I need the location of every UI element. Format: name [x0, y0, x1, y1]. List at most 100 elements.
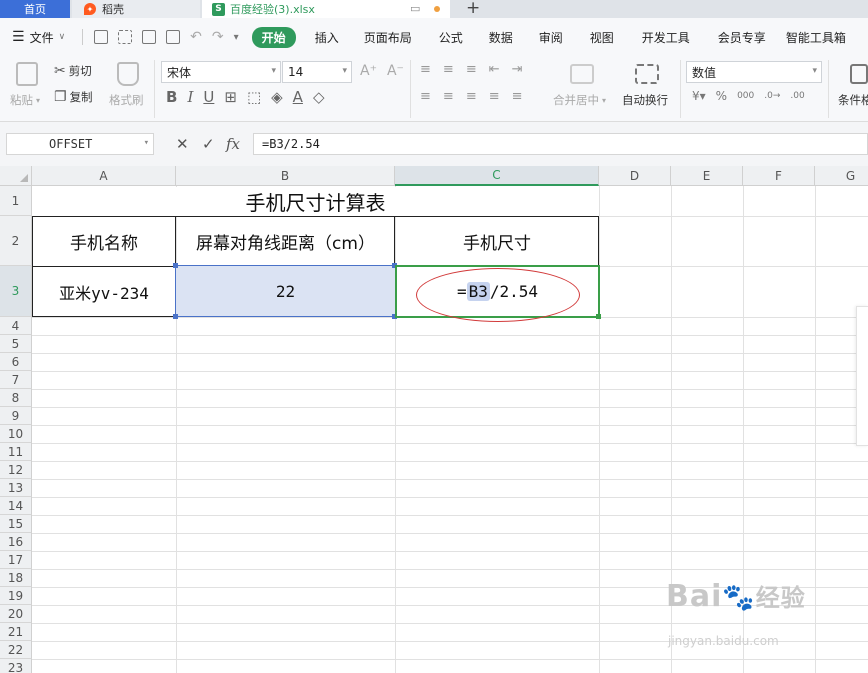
row-header[interactable]: 17: [0, 551, 32, 569]
copy-button[interactable]: ❐ 复制: [54, 89, 93, 105]
column-header-g[interactable]: G: [815, 166, 868, 186]
indent-increase-icon[interactable]: ⇥: [512, 62, 523, 77]
clear-format-icon[interactable]: ◇: [313, 88, 325, 106]
align-middle-icon[interactable]: ≡: [443, 62, 454, 77]
menu-tab-data[interactable]: 数据: [476, 29, 526, 46]
fill-color-icon[interactable]: ◈: [271, 88, 283, 106]
cell-a2[interactable]: 手机名称: [33, 217, 175, 265]
cut-button[interactable]: ✂ 剪切: [54, 63, 92, 79]
row-header[interactable]: 14: [0, 497, 32, 515]
row-header[interactable]: 13: [0, 479, 32, 497]
decrease-font-icon[interactable]: A⁻: [387, 63, 404, 79]
align-center-icon[interactable]: ≡: [443, 89, 454, 104]
cell-c2[interactable]: 手机尺寸: [396, 217, 598, 265]
undo-icon[interactable]: ↶: [190, 29, 202, 45]
monitor-icon[interactable]: ▭: [410, 2, 420, 15]
align-bottom-icon[interactable]: ≡: [466, 62, 477, 77]
row-header[interactable]: 8: [0, 389, 32, 407]
align-left-icon[interactable]: ≡: [420, 89, 431, 104]
name-box[interactable]: OFFSET ▾: [6, 133, 154, 155]
save-icon[interactable]: [94, 30, 109, 44]
wrap-text-icon[interactable]: [635, 64, 659, 84]
confirm-icon[interactable]: ✓: [202, 135, 215, 153]
font-color-icon[interactable]: A: [293, 88, 303, 106]
row-header[interactable]: 20: [0, 605, 32, 623]
new-tab-button[interactable]: +: [466, 0, 480, 18]
merge-center-button[interactable]: 合并居中 ▾: [553, 92, 606, 108]
row-header[interactable]: 21: [0, 623, 32, 641]
row-header[interactable]: 11: [0, 443, 32, 461]
column-header-f[interactable]: F: [743, 166, 815, 186]
row-header[interactable]: 12: [0, 461, 32, 479]
increase-font-icon[interactable]: A⁺: [360, 63, 377, 79]
selection-handle[interactable]: [173, 314, 178, 319]
increase-decimal-icon[interactable]: .0→: [764, 91, 780, 101]
row-header[interactable]: 19: [0, 587, 32, 605]
cell-b3-referenced[interactable]: 22: [175, 265, 396, 317]
cancel-icon[interactable]: ✕: [176, 135, 189, 153]
tab-docer[interactable]: ✦ 稻壳: [72, 0, 200, 18]
italic-icon[interactable]: I: [187, 88, 193, 106]
function-icon[interactable]: fx: [226, 135, 240, 153]
column-header-a[interactable]: A: [32, 166, 176, 186]
format-painter-icon[interactable]: [117, 62, 139, 86]
tab-file[interactable]: S 百度经验(3).xlsx ▭: [202, 0, 450, 18]
row-header[interactable]: 10: [0, 425, 32, 443]
thousands-icon[interactable]: 000: [737, 91, 754, 101]
formula-input[interactable]: =B3/2.54: [253, 133, 868, 155]
file-menu[interactable]: ☰ 文件 ∨: [0, 29, 76, 46]
row-header[interactable]: 1: [0, 186, 32, 216]
tab-home[interactable]: 首页: [0, 0, 70, 18]
indent-decrease-icon[interactable]: ⇤: [489, 62, 500, 77]
cell-a3[interactable]: 亚米yv-234: [33, 267, 175, 316]
menu-tab-developer[interactable]: 开发工具: [628, 29, 704, 46]
print-preview-icon[interactable]: [166, 30, 181, 44]
row-header[interactable]: 16: [0, 533, 32, 551]
conditional-format-button[interactable]: 条件格: [838, 92, 868, 108]
menu-tab-view[interactable]: 视图: [576, 29, 628, 46]
row-header[interactable]: 5: [0, 335, 32, 353]
menu-tab-formulas[interactable]: 公式: [426, 29, 476, 46]
row-header[interactable]: 2: [0, 216, 32, 266]
border-icon[interactable]: ⊞: [224, 88, 237, 106]
justify-icon[interactable]: ≡: [489, 89, 500, 104]
menu-tab-member[interactable]: 会员专享: [704, 29, 780, 46]
quick-access-dropdown-icon[interactable]: ▾: [234, 32, 239, 43]
row-header[interactable]: 7: [0, 371, 32, 389]
column-header-e[interactable]: E: [671, 166, 743, 186]
cell-b2[interactable]: 屏幕对角线距离（cm）: [177, 217, 394, 265]
decrease-decimal-icon[interactable]: .00: [790, 91, 804, 101]
menu-tab-review[interactable]: 审阅: [526, 29, 576, 46]
font-name-select[interactable]: 宋体 ▾: [161, 61, 281, 83]
row-header[interactable]: 6: [0, 353, 32, 371]
currency-icon[interactable]: ¥▾: [692, 89, 706, 103]
bold-icon[interactable]: B: [166, 88, 177, 106]
row-header[interactable]: 22: [0, 641, 32, 659]
row-header[interactable]: 4: [0, 317, 32, 335]
column-header-c[interactable]: C: [395, 166, 599, 186]
percent-icon[interactable]: %: [716, 89, 727, 103]
wrap-text-button[interactable]: 自动换行: [622, 92, 668, 108]
menu-tab-insert[interactable]: 插入: [304, 29, 350, 46]
font-size-select[interactable]: 14 ▾: [282, 61, 352, 83]
shape-icon[interactable]: ⬚: [247, 88, 261, 106]
row-header[interactable]: 3: [0, 266, 32, 317]
select-all-corner[interactable]: [0, 166, 32, 186]
cell-title-merged[interactable]: 手机尺寸计算表: [33, 187, 598, 216]
menu-tab-smart-tools[interactable]: 智能工具箱: [780, 29, 852, 46]
menu-tab-home[interactable]: 开始: [251, 26, 296, 48]
column-header-d[interactable]: D: [599, 166, 671, 186]
paste-button[interactable]: 粘贴 ▾: [10, 92, 40, 108]
row-header[interactable]: 15: [0, 515, 32, 533]
conditional-format-icon[interactable]: [850, 64, 868, 84]
row-header[interactable]: 18: [0, 569, 32, 587]
row-header[interactable]: 23: [0, 659, 32, 673]
menu-tab-page-layout[interactable]: 页面布局: [350, 29, 426, 46]
fill-handle[interactable]: [596, 314, 601, 319]
export-icon[interactable]: [118, 30, 133, 44]
selection-handle[interactable]: [173, 263, 178, 268]
print-icon[interactable]: [142, 30, 157, 44]
column-header-b[interactable]: B: [176, 166, 395, 186]
underline-icon[interactable]: U: [203, 88, 214, 106]
align-right-icon[interactable]: ≡: [466, 89, 477, 104]
